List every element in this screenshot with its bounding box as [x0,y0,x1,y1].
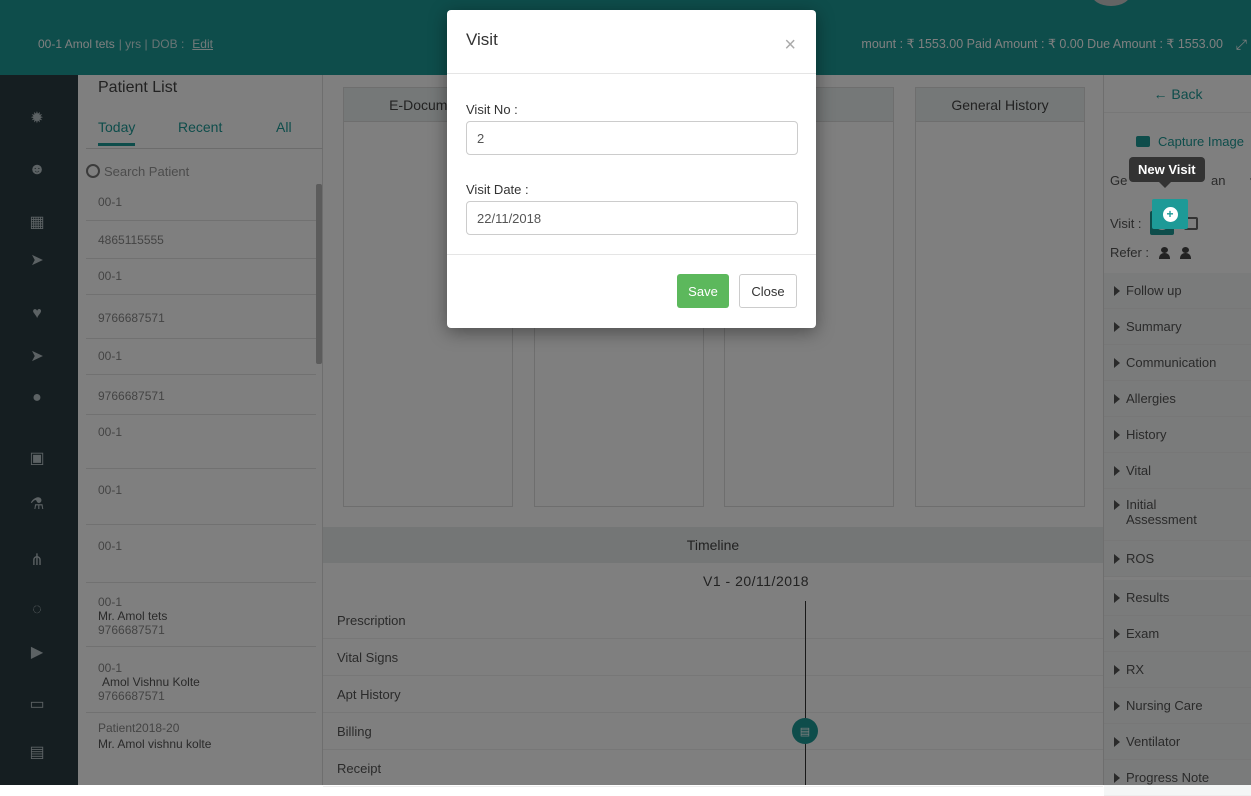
visit-no-input[interactable]: 2 [466,121,798,155]
visit-no-label: Visit No : [466,102,518,117]
modal-header: Visit × [447,10,816,74]
visit-date-input[interactable]: 22/11/2018 [466,201,798,235]
new-visit-button-highlight[interactable]: + [1152,199,1188,229]
close-icon[interactable]: × [784,34,796,57]
visit-modal: Visit × Visit No : 2 Visit Date : 22/11/… [447,10,816,328]
modal-title: Visit [466,30,498,49]
save-button[interactable]: Save [677,274,729,308]
plus-icon: + [1162,206,1178,222]
close-button[interactable]: Close [739,274,797,308]
visit-date-label: Visit Date : [466,182,529,197]
new-visit-tooltip: New Visit [1129,157,1205,188]
